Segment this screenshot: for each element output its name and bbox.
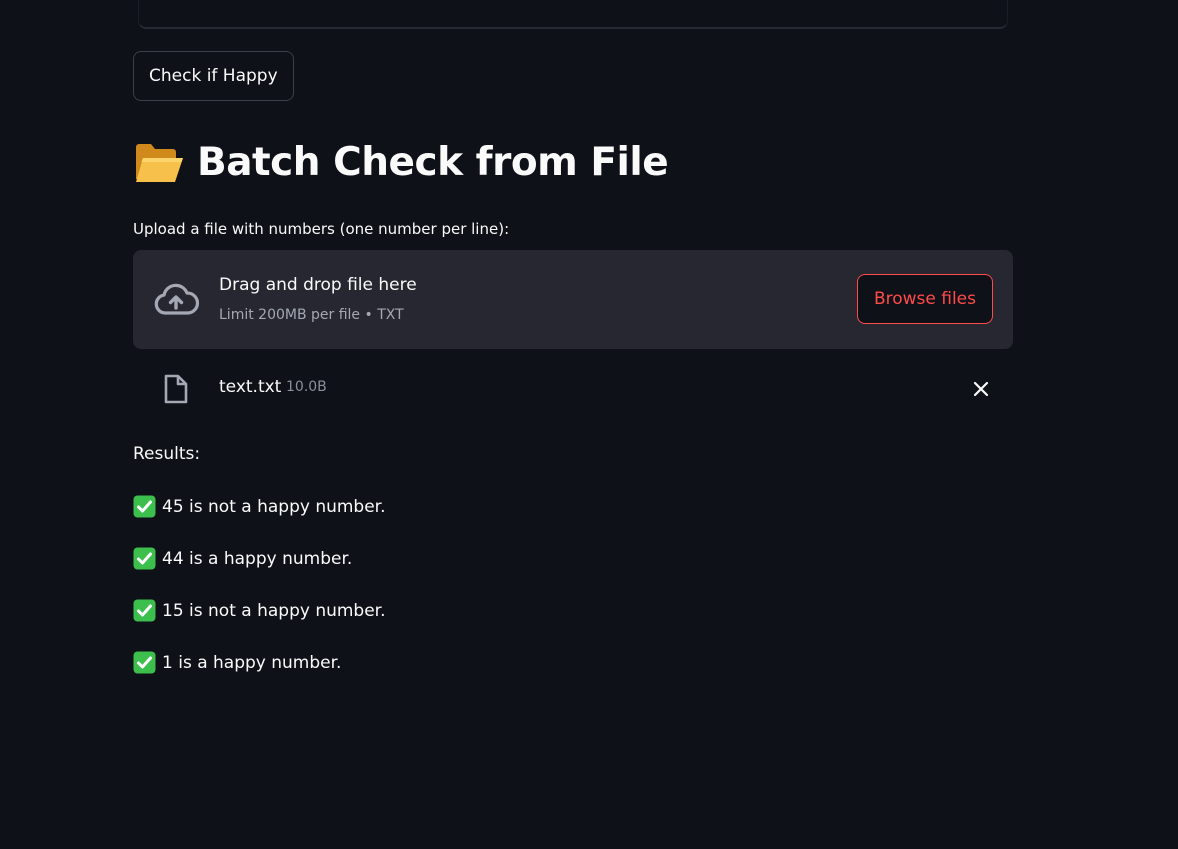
results-label: Results: [133,444,201,464]
result-text: 45 is not a happy number. [162,497,386,517]
close-icon [973,381,989,397]
batch-heading: Batch Check from File [133,140,669,185]
uploaded-file-name: text.txt [219,377,282,397]
remove-file-button[interactable] [967,375,995,403]
result-text: 15 is not a happy number. [162,601,386,621]
uploaded-file-size: 10.0B [286,379,327,395]
result-item: 44 is a happy number. [133,547,386,599]
browse-files-button[interactable]: Browse files [856,274,993,324]
result-text: 1 is a happy number. [162,653,342,673]
result-item: 15 is not a happy number. [133,599,386,651]
check-mark-button-icon [133,599,156,622]
check-mark-button-icon [133,547,156,570]
file-dropzone[interactable]: Drag and drop file here Limit 200MB per … [133,250,1013,349]
check-mark-button-icon [133,495,156,518]
check-if-happy-button[interactable]: Check if Happy [133,51,294,101]
dropzone-subtitle: Limit 200MB per file • TXT [219,307,404,323]
file-icon [164,374,188,404]
uploaded-file-row: text.txt 10.0B [133,365,1013,411]
result-text: 44 is a happy number. [162,549,353,569]
cloud-upload-icon [154,283,199,315]
dropzone-title: Drag and drop file here [219,275,417,295]
open-folder-icon [136,143,183,182]
number-input-remnant[interactable] [138,0,1008,29]
result-item: 45 is not a happy number. [133,495,386,547]
app-page: Check if Happy Batch Check from File Upl… [0,0,1178,849]
batch-heading-text: Batch Check from File [197,140,669,185]
result-item: 1 is a happy number. [133,651,386,703]
results-list: 45 is not a happy number. 44 is a happy … [133,495,386,703]
upload-label: Upload a file with numbers (one number p… [133,220,510,238]
check-mark-button-icon [133,651,156,674]
